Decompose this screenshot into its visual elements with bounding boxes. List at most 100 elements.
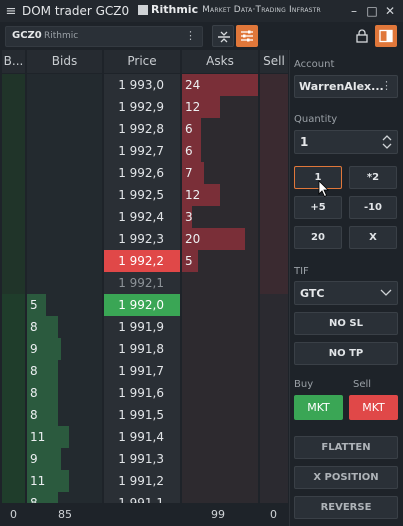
account-select[interactable]: WarrenAlex... ⋮	[294, 75, 398, 98]
bid-cell[interactable]	[27, 74, 102, 96]
price-cell[interactable]: 1 992,4	[104, 206, 180, 228]
price-cell[interactable]: 1 991,5	[104, 404, 180, 426]
price-cell[interactable]: 1 992,6	[104, 162, 180, 184]
ask-cell[interactable]: 7	[182, 162, 258, 184]
quantity-stepper[interactable]: 1	[294, 130, 398, 154]
ask-cell[interactable]: 12	[182, 184, 258, 206]
sell-order-cell[interactable]	[260, 96, 288, 118]
x-position-button[interactable]: X POSITION	[294, 466, 398, 489]
sell-order-cell[interactable]	[260, 294, 288, 316]
column-header-sell[interactable]: Sell	[260, 50, 288, 73]
sell-order-cell[interactable]	[260, 228, 288, 250]
price-cell[interactable]: 1 991,9	[104, 316, 180, 338]
sell-order-cell[interactable]	[260, 470, 288, 492]
qty-double-button[interactable]: *2	[349, 166, 397, 189]
price-cell[interactable]: 1 991,4	[104, 426, 180, 448]
bid-cell[interactable]: 8	[27, 382, 102, 404]
sell-order-cell[interactable]	[260, 404, 288, 426]
ask-cell[interactable]: 5	[182, 250, 258, 272]
bid-cell[interactable]: 9	[27, 448, 102, 470]
column-header-price[interactable]: Price	[104, 50, 180, 73]
sell-market-button[interactable]: MKT	[349, 395, 398, 420]
price-cell[interactable]: 1 992,5	[104, 184, 180, 206]
symbol-selector[interactable]: GCZ0 Rithmic ⋮	[5, 26, 203, 47]
bid-cell[interactable]	[27, 250, 102, 272]
bid-cell[interactable]: 5	[27, 294, 102, 316]
sell-order-cell[interactable]	[260, 448, 288, 470]
bid-cell[interactable]	[27, 206, 102, 228]
buy-order-cell[interactable]	[2, 118, 25, 140]
price-cell[interactable]: 1 992,3	[104, 228, 180, 250]
price-cell[interactable]: 1 992,2	[104, 250, 180, 272]
ask-cell[interactable]: 12	[182, 96, 258, 118]
price-cell[interactable]: 1 992,1	[104, 272, 180, 294]
ask-cell[interactable]	[182, 404, 258, 426]
sell-order-cell[interactable]	[260, 338, 288, 360]
bid-cell[interactable]: 9	[27, 338, 102, 360]
qty-plus5-button[interactable]: +5	[294, 196, 342, 219]
price-cell[interactable]: 1 991,2	[104, 470, 180, 492]
ask-cell[interactable]	[182, 294, 258, 316]
sell-order-cell[interactable]	[260, 316, 288, 338]
sell-order-cell[interactable]	[260, 140, 288, 162]
price-cell[interactable]: 1 993,0	[104, 74, 180, 96]
column-header-asks[interactable]: Asks	[182, 50, 258, 73]
price-cell[interactable]: 1 992,9	[104, 96, 180, 118]
bid-cell[interactable]	[27, 96, 102, 118]
sell-order-cell[interactable]	[260, 184, 288, 206]
buy-order-cell[interactable]	[2, 250, 25, 272]
ask-cell[interactable]	[182, 470, 258, 492]
stepper-arrows-icon[interactable]	[381, 133, 393, 151]
sell-order-cell[interactable]	[260, 206, 288, 228]
sell-order-cell[interactable]	[260, 118, 288, 140]
lock-button[interactable]	[351, 25, 373, 47]
buy-market-button[interactable]: MKT	[294, 395, 343, 420]
buy-order-cell[interactable]	[2, 316, 25, 338]
column-header-buy[interactable]: B...	[2, 50, 25, 73]
bid-cell[interactable]	[27, 184, 102, 206]
qty-preset-20-button[interactable]: 20	[294, 226, 342, 249]
buy-order-cell[interactable]	[2, 448, 25, 470]
sell-order-cell[interactable]	[260, 272, 288, 294]
sell-order-cell[interactable]	[260, 250, 288, 272]
price-cell[interactable]: 1 992,0	[104, 294, 180, 316]
bid-cell[interactable]	[27, 140, 102, 162]
maximize-icon[interactable]: □	[363, 0, 381, 22]
buy-order-cell[interactable]	[2, 382, 25, 404]
qty-clear-button[interactable]: X	[349, 226, 397, 249]
bid-cell[interactable]: 8	[27, 360, 102, 382]
ask-cell[interactable]	[182, 426, 258, 448]
bid-cell[interactable]: 11	[27, 470, 102, 492]
ask-cell[interactable]	[182, 338, 258, 360]
sell-order-cell[interactable]	[260, 360, 288, 382]
no-take-profit-button[interactable]: NO TP	[294, 342, 398, 365]
price-cell[interactable]: 1 992,8	[104, 118, 180, 140]
ladder-settings-button[interactable]	[236, 25, 258, 47]
flatten-button[interactable]: FLATTEN	[294, 436, 398, 459]
ask-cell[interactable]: 24	[182, 74, 258, 96]
price-cell[interactable]: 1 992,7	[104, 140, 180, 162]
buy-order-cell[interactable]	[2, 74, 25, 96]
qty-minus10-button[interactable]: -10	[349, 196, 397, 219]
buy-order-cell[interactable]	[2, 96, 25, 118]
price-cell[interactable]: 1 991,6	[104, 382, 180, 404]
buy-order-cell[interactable]	[2, 206, 25, 228]
bid-cell[interactable]: 11	[27, 426, 102, 448]
buy-order-cell[interactable]	[2, 470, 25, 492]
ask-cell[interactable]	[182, 360, 258, 382]
bid-cell[interactable]	[27, 118, 102, 140]
buy-order-cell[interactable]	[2, 360, 25, 382]
ask-cell[interactable]	[182, 382, 258, 404]
buy-order-cell[interactable]	[2, 294, 25, 316]
bid-cell[interactable]	[27, 228, 102, 250]
buy-order-cell[interactable]	[2, 184, 25, 206]
buy-order-cell[interactable]	[2, 272, 25, 294]
buy-order-cell[interactable]	[2, 338, 25, 360]
buy-order-cell[interactable]	[2, 162, 25, 184]
buy-order-cell[interactable]	[2, 426, 25, 448]
ask-cell[interactable]	[182, 448, 258, 470]
price-cell[interactable]: 1 991,7	[104, 360, 180, 382]
ask-cell[interactable]: 6	[182, 118, 258, 140]
more-vertical-icon[interactable]: ⋮	[185, 29, 196, 42]
bid-cell[interactable]: 8	[27, 316, 102, 338]
